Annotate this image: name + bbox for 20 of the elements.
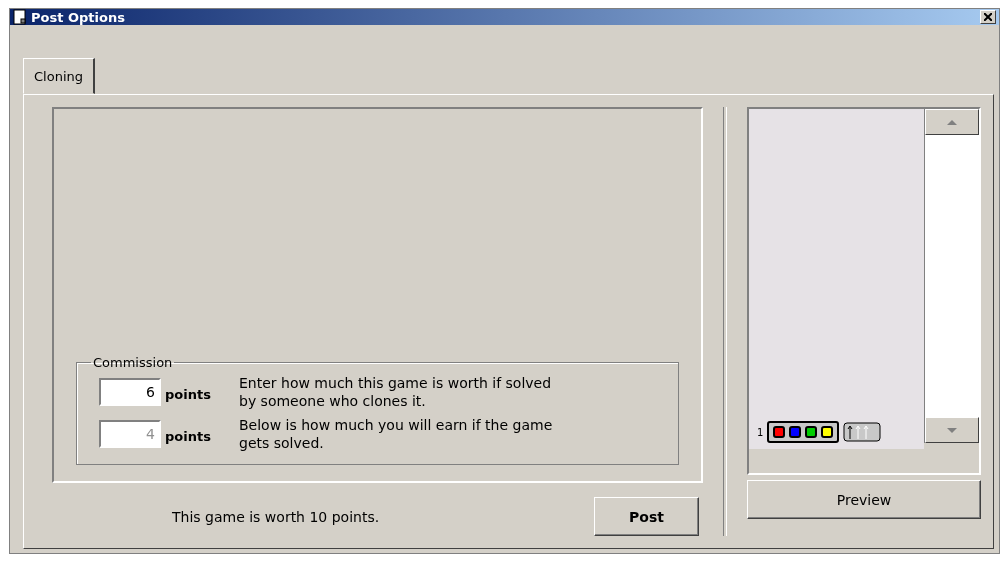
up-arrow-icon [947,119,957,125]
scrollbar[interactable] [924,109,979,443]
post-button[interactable]: Post [594,497,699,536]
points-label: points [165,387,212,402]
close-button[interactable] [980,10,996,24]
group-label: Commission [92,355,174,370]
points-field[interactable]: 6 [99,378,161,406]
description-text: Enter how much this game is worth if solved by someone who clones it. [239,374,553,410]
description-text: Below is how much you will earn if the game gets solved. [239,416,554,452]
preview-button[interactable]: Preview [747,480,981,519]
scroll-up-button[interactable] [925,109,979,135]
points-label: points [165,429,212,444]
feedback-icon [843,422,882,442]
row-number: 1 [757,426,764,438]
close-icon [984,13,992,21]
worth-text: This game is worth 10 points. [172,508,380,525]
window-title: Post Options [31,9,126,25]
scroll-down-button[interactable] [925,417,979,443]
down-arrow-icon [947,427,957,433]
tab[interactable]: Cloning [23,58,95,94]
